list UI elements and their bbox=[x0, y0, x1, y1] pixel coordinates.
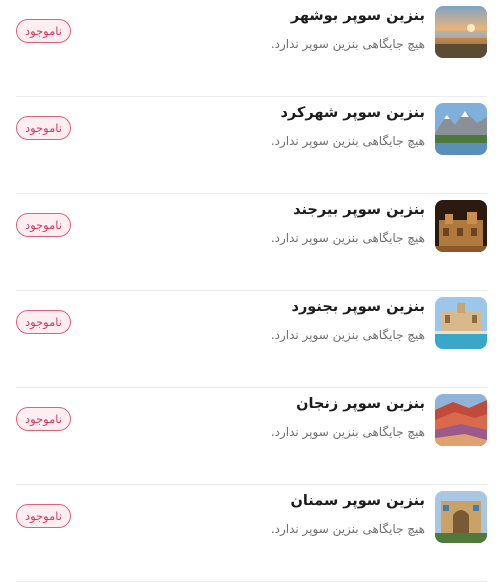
item-subtitle: هیچ جایگاهی بنزین سوپر ندارد. bbox=[270, 328, 425, 342]
list-item[interactable]: بنزین سوپر سمنان هیچ جایگاهی بنزین سوپر … bbox=[16, 485, 487, 582]
list-item[interactable]: بنزین سوپر زنجان هیچ جایگاهی بنزین سوپر … bbox=[16, 388, 487, 485]
item-title: بنزین سوپر بیرجند bbox=[293, 202, 425, 218]
status-badge: ناموجود bbox=[16, 19, 71, 43]
item-subtitle: هیچ جایگاهی بنزین سوپر ندارد. bbox=[270, 425, 425, 439]
city-thumbnail bbox=[435, 6, 487, 58]
list-item[interactable]: بنزین سوپر بیرجند هیچ جایگاهی بنزین سوپر… bbox=[16, 194, 487, 291]
list-item[interactable]: بنزین سوپر بجنورد هیچ جایگاهی بنزین سوپر… bbox=[16, 291, 487, 388]
item-title: بنزین سوپر سمنان bbox=[290, 493, 425, 509]
city-thumbnail bbox=[435, 200, 487, 252]
city-thumbnail bbox=[435, 491, 487, 543]
status-badge: ناموجود bbox=[16, 407, 71, 431]
list-item[interactable]: بنزین سوپر بوشهر هیچ جایگاهی بنزین سوپر … bbox=[16, 0, 487, 97]
item-title: بنزین سوپر شهرکرد bbox=[280, 105, 425, 121]
item-subtitle: هیچ جایگاهی بنزین سوپر ندارد. bbox=[270, 37, 425, 51]
status-badge: ناموجود bbox=[16, 310, 71, 334]
item-subtitle: هیچ جایگاهی بنزین سوپر ندارد. bbox=[270, 231, 425, 245]
item-subtitle: هیچ جایگاهی بنزین سوپر ندارد. bbox=[270, 134, 425, 148]
city-thumbnail bbox=[435, 297, 487, 349]
status-badge: ناموجود bbox=[16, 504, 71, 528]
fuel-availability-list: بنزین سوپر بوشهر هیچ جایگاهی بنزین سوپر … bbox=[16, 0, 487, 582]
status-badge: ناموجود bbox=[16, 213, 71, 237]
list-item[interactable]: بنزین سوپر شهرکرد هیچ جایگاهی بنزین سوپر… bbox=[16, 97, 487, 194]
item-title: بنزین سوپر بوشهر bbox=[290, 8, 425, 24]
status-badge: ناموجود bbox=[16, 116, 71, 140]
city-thumbnail bbox=[435, 103, 487, 155]
item-title: بنزین سوپر بجنورد bbox=[291, 299, 425, 315]
item-subtitle: هیچ جایگاهی بنزین سوپر ندارد. bbox=[270, 522, 425, 536]
item-title: بنزین سوپر زنجان bbox=[296, 396, 425, 412]
city-thumbnail bbox=[435, 394, 487, 446]
